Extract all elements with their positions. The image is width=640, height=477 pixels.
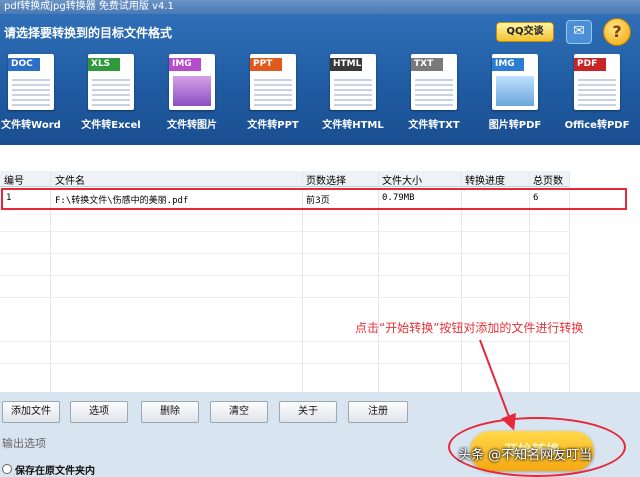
col-header-pages: 页数选择 [306, 176, 346, 187]
format-word-label: 文件转Word [1, 120, 61, 131]
add-file-button[interactable]: 添加文件 [2, 401, 60, 423]
col-header-size: 文件大小 [382, 176, 422, 187]
register-button[interactable]: 注册 [348, 401, 408, 423]
xls-file-icon: XLS [88, 54, 134, 110]
format-prompt: 请选择要转换到的目标文件格式 [4, 26, 173, 40]
txt-file-icon: TXT [411, 54, 457, 110]
row-divider [0, 341, 570, 342]
watermark-text: 头条 @不知名网友叮当 [458, 448, 593, 463]
row-divider [0, 231, 570, 232]
row-divider [0, 253, 570, 254]
col-header-total: 总页数 [533, 176, 563, 187]
row-divider [0, 363, 570, 364]
grid-top-area [0, 145, 640, 167]
keep-folder-radio[interactable] [2, 464, 12, 474]
options-button[interactable]: 选项 [70, 401, 128, 423]
doc-file-icon: DOC [8, 54, 54, 110]
col-header-progress: 转换进度 [465, 176, 505, 187]
instruction-annotation: 点击“开始转换”按钮对添加的文件进行转换 [355, 321, 584, 335]
format-txt-button[interactable]: TXT 文件转TXT [403, 52, 465, 140]
window-title: pdf转换成jpg转换器 免费试用版 v4.1 [0, 0, 640, 14]
format-txt-label: 文件转TXT [408, 120, 460, 131]
row-highlight-outline [1, 188, 627, 210]
grid-header: 编号 文件名 页数选择 文件大小 转换进度 总页数 [0, 171, 570, 187]
img-file-icon: IMG [169, 54, 215, 110]
format-excel-button[interactable]: XLS 文件转Excel [80, 52, 142, 140]
format-html-label: 文件转HTML [322, 120, 384, 131]
delete-button[interactable]: 删除 [141, 401, 199, 423]
format-image-label: 文件转图片 [167, 120, 217, 131]
format-html-button[interactable]: HTML 文件转HTML [322, 52, 384, 140]
format-excel-label: 文件转Excel [81, 120, 141, 131]
html-file-icon: HTML [330, 54, 376, 110]
ppt-file-icon: PPT [250, 54, 296, 110]
chat-bubble-icon[interactable]: ✉ [566, 20, 592, 44]
about-button[interactable]: 关于 [279, 401, 337, 423]
question-icon[interactable]: ? [603, 18, 631, 46]
img-pdf-file-icon: IMG [492, 54, 538, 110]
output-options-label: 输出选项 [2, 437, 46, 450]
clear-button[interactable]: 清空 [210, 401, 268, 423]
office-to-pdf-label: Office转PDF [564, 120, 630, 131]
format-word-button[interactable]: DOC 文件转Word [0, 52, 62, 140]
office-to-pdf-button[interactable]: PDF Office转PDF [565, 52, 629, 140]
row-divider [0, 275, 570, 276]
image-to-pdf-label: 图片转PDF [488, 120, 542, 131]
qq-chat-button[interactable]: QQ交谈 [496, 22, 554, 42]
format-ppt-label: 文件转PPT [247, 120, 299, 131]
format-header: 请选择要转换到的目标文件格式 QQ交谈 ✉ ? DOC 文件转Word XLS … [0, 14, 640, 145]
format-image-button[interactable]: IMG 文件转图片 [161, 52, 223, 140]
keep-folder-label: 保存在原文件夹内 [15, 466, 95, 477]
image-to-pdf-button[interactable]: IMG 图片转PDF [484, 52, 546, 140]
row-divider [0, 297, 570, 298]
col-header-filename: 文件名 [55, 176, 85, 187]
pdf-file-icon: PDF [574, 54, 620, 110]
format-ppt-button[interactable]: PPT 文件转PPT [242, 52, 304, 140]
col-header-id: 编号 [4, 176, 24, 187]
